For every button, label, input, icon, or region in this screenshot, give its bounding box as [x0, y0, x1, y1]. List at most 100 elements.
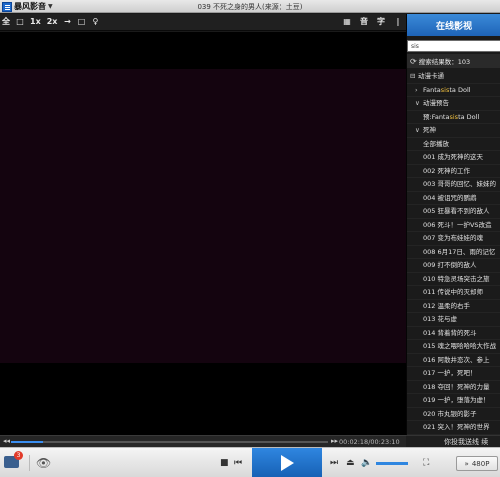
list-item-label: 002 死神的工作	[423, 166, 470, 175]
episode-item[interactable]: 013 花与虚	[407, 313, 500, 327]
episode-item[interactable]: 012 温柔的右手	[407, 300, 500, 313]
result-count: 搜索结果数：103	[418, 58, 471, 66]
result-count-row: ⟳ 搜索结果数：103	[407, 54, 500, 68]
play-button[interactable]	[252, 448, 322, 477]
category-item[interactable]: ⊟ 动漫卡通	[407, 70, 500, 84]
episode-item[interactable]: 014 背着背的死斗	[407, 327, 500, 340]
list-item-label: 016 阿散井恋次、参上	[423, 355, 490, 364]
panel-toggle-button[interactable]: |	[394, 17, 402, 27]
episode-item[interactable]: 020 市丸银的影子	[407, 408, 500, 421]
list-item[interactable]: 预:Fantasista Doll	[407, 111, 500, 124]
episode-item[interactable]: 001 成为死神的这天	[407, 151, 500, 165]
volume-slider[interactable]	[376, 462, 408, 465]
window-title: 039 不死之身的男人(来源：土豆)	[197, 3, 303, 11]
ratio-button[interactable]: □	[77, 17, 86, 27]
list-item-label: 004 被诅咒的鹦鹉	[423, 193, 477, 202]
fullscreen-button[interactable]: 全	[2, 17, 10, 27]
list-item-label: 018 夺回！死神的力量	[423, 382, 490, 391]
episode-item[interactable]: 007 变为布娃娃的魂	[407, 232, 500, 246]
eye-icon[interactable]: 👁	[36, 457, 51, 469]
fullscreen-icon[interactable]: ⛶	[423, 457, 429, 469]
video-frame	[0, 69, 406, 363]
list-item-text: 预:Fanta	[423, 112, 450, 121]
list-item-label: 010 特急灵场突击之旅	[423, 274, 490, 283]
video-area[interactable]	[0, 32, 406, 435]
list-item-label: 动漫预告	[423, 99, 449, 107]
audio-settings-button[interactable]: 音	[360, 17, 368, 27]
title-bar: 暴风影音 ▼ 039 不死之身的男人(来源：土豆)	[0, 0, 500, 13]
list-item-label: 019 一护，堕落为虚！	[423, 396, 490, 404]
seek-track[interactable]	[11, 441, 328, 443]
volume-icon[interactable]: 🔈	[361, 457, 372, 469]
search-input[interactable]	[408, 41, 500, 51]
volume-fill	[376, 462, 408, 465]
playlist: ⊟ 动漫卡通 › Fantasista Doll ∨ 动漫预告 预:Fantasista D…	[407, 70, 500, 435]
top-most-button[interactable]: ♀	[91, 17, 99, 27]
episode-item[interactable]: 021 突入！死神的世界	[407, 421, 500, 435]
list-item-label: 死神	[423, 126, 436, 134]
play-icon	[280, 455, 294, 471]
previous-icon[interactable]: ⏮	[234, 457, 242, 469]
episode-item[interactable]: 004 被诅咒的鹦鹉	[407, 192, 500, 205]
quality-label: 480P	[471, 459, 490, 468]
episode-item[interactable]: 011 传说中的灭却师	[407, 286, 500, 300]
list-item-label: 003 哥哥的回忆、妹妹的	[423, 180, 496, 188]
rewind-icon[interactable]: ◂◂	[3, 437, 10, 445]
video-toolbar: 全 □ 1x 2x → □ ♀ ▦ 音 字 |	[0, 14, 406, 31]
episode-item[interactable]: 015 魂之喂哈哈哈大作战	[407, 340, 500, 354]
playlist-footer-text[interactable]: 你投我送线 续	[444, 437, 488, 447]
playlist-footer: 你投我送线 续	[406, 435, 500, 447]
list-item-label: 015 魂之喂哈哈哈大作战	[423, 342, 496, 350]
list-item-label: 005 狂暴看不到的敌人	[423, 207, 490, 215]
episode-item[interactable]: 017 一护，死吧！	[407, 367, 500, 381]
stretch-button[interactable]: →	[63, 17, 71, 27]
episode-item[interactable]: 002 死神的工作	[407, 165, 500, 178]
episode-item[interactable]: 019 一护，堕落为虚！	[407, 394, 500, 408]
list-item[interactable]: 全部播放	[407, 138, 500, 151]
episode-item[interactable]: 008 6月17日、雨的记忆	[407, 246, 500, 259]
list-item-label: 006 死斗！一护VS改造	[423, 220, 492, 229]
stop-icon[interactable]: ■	[220, 457, 229, 469]
list-item-label: 全部播放	[423, 139, 449, 148]
list-item-label: 001 成为死神的这天	[423, 153, 483, 161]
list-item-label: 008 6月17日、雨的记忆	[423, 247, 496, 256]
episode-item[interactable]: 006 死斗！一护VS改造	[407, 219, 500, 232]
eject-icon[interactable]: ⏏	[346, 457, 355, 469]
list-item-label: 021 突入！死神的世界	[423, 423, 490, 431]
episode-item[interactable]: 009 打不倒的敌人	[407, 259, 500, 273]
next-icon[interactable]: ⏭	[330, 457, 338, 469]
picture-settings-button[interactable]: ▦	[343, 17, 351, 27]
mini-mode-button[interactable]: □	[16, 17, 24, 27]
episode-item[interactable]: 003 哥哥的回忆、妹妹的	[407, 178, 500, 192]
list-item-text: ta Doll	[458, 112, 480, 121]
list-item-label: 017 一护，死吧！	[423, 369, 477, 377]
list-item-label: 012 温柔的右手	[423, 301, 470, 310]
search-box	[407, 40, 500, 52]
list-item-label: 动漫卡通	[418, 72, 444, 80]
size-2x-button[interactable]: 2x	[47, 17, 58, 27]
episode-item[interactable]: 010 特急灵场突击之旅	[407, 273, 500, 286]
list-item-text: Fanta	[423, 85, 441, 94]
list-item-label: 007 变为布娃娃的魂	[423, 234, 483, 242]
episode-item[interactable]: 016 阿散井恋次、参上	[407, 354, 500, 367]
list-item[interactable]: › Fantasista Doll	[407, 84, 500, 97]
sidebar-panel: 在线影视 ⟳ 搜索结果数：103 ⊟动漫卡通›Fantasista Doll∨动…	[406, 14, 500, 435]
list-item-label: 009 打不倒的敌人	[423, 261, 477, 269]
list-item-label: 011 传说中的灭却师	[423, 288, 483, 296]
size-1x-button[interactable]: 1x	[30, 17, 41, 27]
episode-item[interactable]: 005 狂暴看不到的敌人	[407, 205, 500, 219]
episode-item[interactable]: 018 夺回！死神的力量	[407, 381, 500, 394]
notification-badge: 3	[14, 451, 23, 460]
list-item-text: ta Doll	[449, 85, 471, 94]
list-item[interactable]: ∨ 动漫预告	[407, 97, 500, 111]
refresh-icon[interactable]: ⟳	[410, 57, 417, 66]
chevron-down-icon: ∨	[415, 126, 420, 134]
fast-forward-icon[interactable]: ▸▸	[331, 437, 338, 445]
online-video-button[interactable]: 在线影视	[407, 14, 500, 36]
collapse-icon: ⊟	[410, 72, 416, 80]
subtitle-settings-button[interactable]: 字	[377, 17, 385, 27]
list-item-label: 014 背着背的死斗	[423, 328, 477, 337]
list-item[interactable]: ∨ 死神	[407, 124, 500, 138]
quality-button[interactable]: » 480P	[456, 456, 498, 471]
list-item-label: 020 市丸银的影子	[423, 409, 477, 418]
